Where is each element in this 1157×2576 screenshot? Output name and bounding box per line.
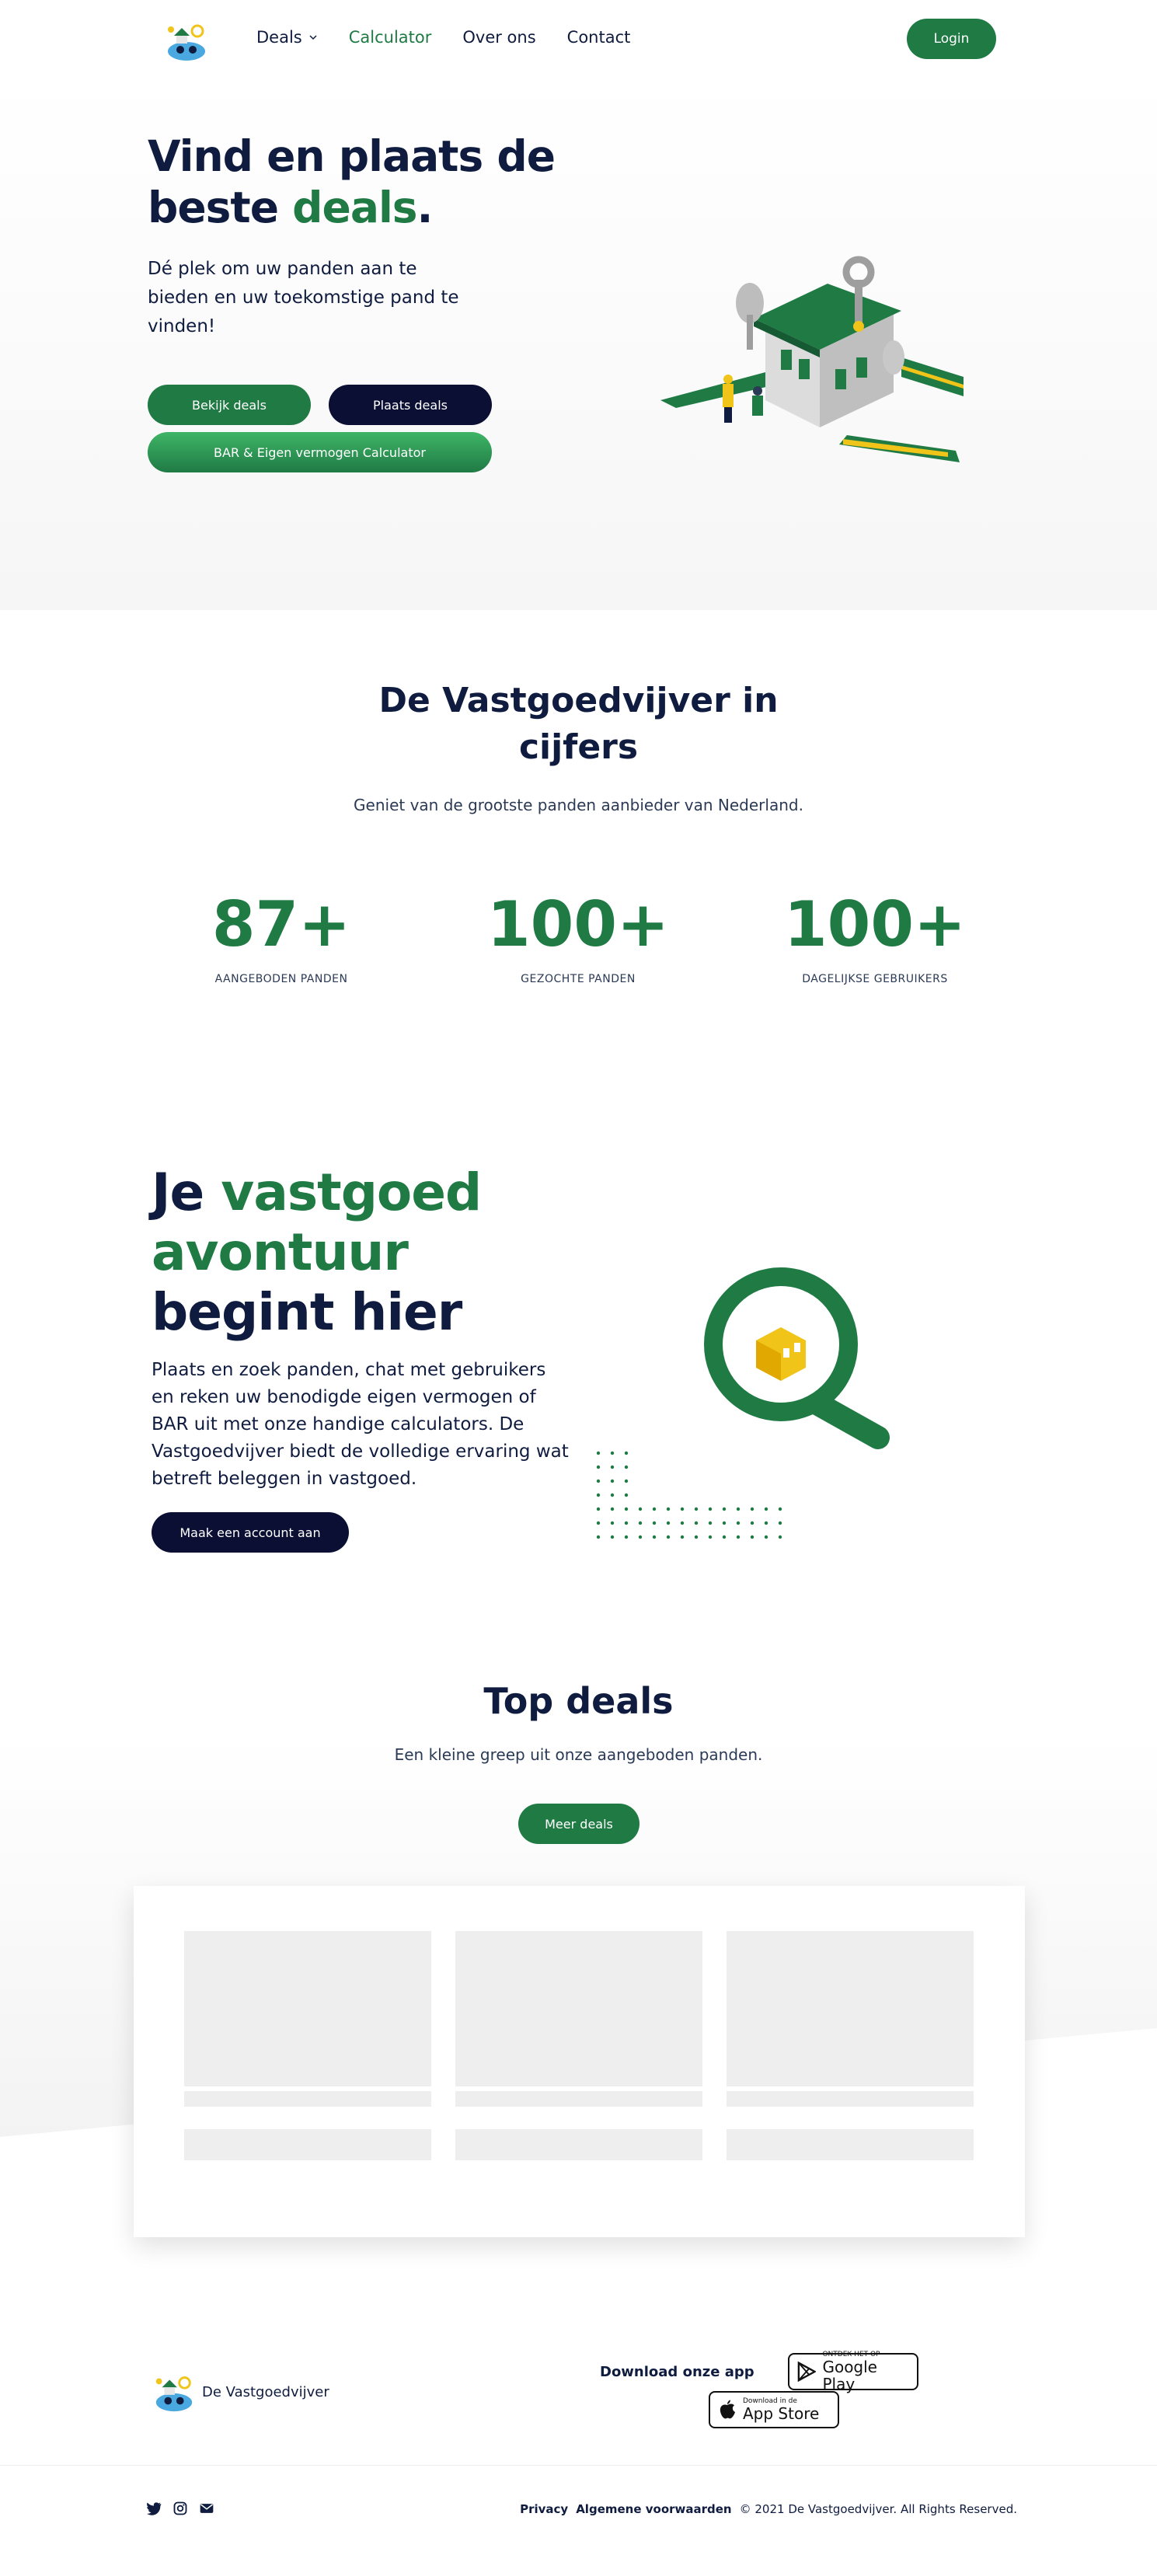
deal-info-placeholder bbox=[727, 2129, 974, 2160]
app-store-button[interactable]: Download in de App Store bbox=[709, 2391, 839, 2428]
nav-over-ons[interactable]: Over ons bbox=[462, 28, 535, 47]
stat-daily-users-value: 100+ bbox=[783, 888, 967, 960]
deal-title-placeholder bbox=[727, 2091, 974, 2107]
nav-deals-label: Deals bbox=[256, 28, 302, 47]
adventure-title-b: begint hier bbox=[152, 1282, 462, 1342]
post-deals-button[interactable]: Plaats deals bbox=[329, 385, 492, 425]
deal-title-placeholder bbox=[455, 2091, 702, 2107]
deal-image-placeholder[interactable] bbox=[455, 1931, 702, 2086]
hero-title-line2-b: . bbox=[416, 183, 434, 232]
stat-searched-value: 100+ bbox=[486, 888, 670, 960]
hero-title-accent: deals bbox=[292, 183, 417, 232]
instagram-icon[interactable] bbox=[173, 2501, 188, 2516]
app-store-text: Download in de App Store bbox=[743, 2397, 819, 2422]
adventure-title-a: Je bbox=[152, 1163, 221, 1222]
chevron-down-icon bbox=[309, 35, 317, 40]
twitter-icon[interactable] bbox=[146, 2501, 162, 2516]
stat-offered-value: 87+ bbox=[211, 888, 351, 960]
site-header: Deals Calculator Over ons Contact Login bbox=[0, 0, 1157, 78]
nav-calculator-label: Calculator bbox=[348, 28, 432, 47]
google-play-button[interactable]: ONTDEK HET OP Google Play bbox=[788, 2351, 918, 2393]
stat-searched: 100+ GEZOCHTE PANDEN bbox=[438, 886, 718, 985]
deals-card bbox=[134, 1886, 1025, 2237]
apple-icon bbox=[720, 2400, 735, 2419]
nav-deals[interactable]: Deals bbox=[256, 28, 318, 47]
deal-title-placeholder bbox=[184, 2091, 431, 2107]
more-deals-button[interactable]: Meer deals bbox=[518, 1804, 639, 1844]
footer-logo[interactable] bbox=[152, 2370, 197, 2414]
email-icon[interactable] bbox=[199, 2501, 214, 2516]
stat-daily-users-label: DAGELIJKSE GEBRUIKERS bbox=[802, 973, 948, 985]
deal-image-placeholder[interactable] bbox=[727, 1931, 974, 2086]
download-app-label: Download onze app bbox=[600, 2364, 754, 2380]
deal-info-placeholder bbox=[455, 2129, 702, 2160]
legal-links: Privacy Algemene voorwaarden © 2021 De V… bbox=[520, 2502, 1017, 2516]
nav-over-ons-label: Over ons bbox=[462, 28, 536, 47]
nav-calculator[interactable]: Calculator bbox=[349, 28, 432, 47]
hero-subtitle: Dé plek om uw panden aan te bieden en uw… bbox=[148, 259, 459, 336]
view-deals-button[interactable]: Bekijk deals bbox=[148, 385, 311, 425]
deals-subtitle: Een kleine greep uit onze aangeboden pan… bbox=[394, 1745, 763, 1764]
hero-title-line2-a: beste bbox=[148, 183, 293, 232]
google-play-icon bbox=[797, 2361, 817, 2383]
hero-title-line1: Vind en plaats de bbox=[148, 131, 556, 181]
app-store-big: App Store bbox=[743, 2404, 820, 2423]
stats-title: De Vastgoedvijver in cijfers bbox=[0, 678, 1157, 771]
page: Deals Calculator Over ons Contact Login … bbox=[0, 0, 1157, 2576]
footer-brand: De Vastgoedvijver bbox=[202, 2384, 329, 2400]
hero-title: Vind en plaats de beste deals. bbox=[148, 131, 583, 233]
footer-divider bbox=[0, 2465, 1157, 2466]
adventure-title: Je vastgoed avontuur begint hier bbox=[152, 1163, 587, 1342]
login-button[interactable]: Login bbox=[907, 19, 996, 59]
stats-subtitle: Geniet van de grootste panden aanbieder … bbox=[354, 796, 803, 814]
google-play-text: ONTDEK HET OP Google Play bbox=[822, 2351, 909, 2393]
site-logo[interactable] bbox=[163, 19, 210, 62]
copyright-text: © 2021 De Vastgoedvijver. All Rights Res… bbox=[739, 2502, 1017, 2516]
nav-contact[interactable]: Contact bbox=[567, 28, 631, 47]
privacy-link[interactable]: Privacy bbox=[520, 2502, 568, 2516]
create-account-button[interactable]: Maak een account aan bbox=[152, 1512, 349, 1553]
main-nav: Deals Calculator Over ons Contact bbox=[256, 28, 630, 47]
magnifier-illustration bbox=[596, 1267, 890, 1539]
deal-image-placeholder[interactable] bbox=[184, 1931, 431, 2086]
house-illustration bbox=[660, 256, 964, 462]
stat-offered: 87+ AANGEBODEN PANDEN bbox=[141, 886, 421, 985]
dot-grid bbox=[596, 1451, 782, 1539]
stat-daily-users: 100+ DAGELIJKSE GEBRUIKERS bbox=[735, 886, 1015, 985]
stat-searched-label: GEZOCHTE PANDEN bbox=[521, 973, 636, 985]
deals-title: Top deals bbox=[483, 1680, 674, 1722]
adventure-text: Plaats en zoek panden, chat met gebruike… bbox=[152, 1360, 569, 1489]
terms-link[interactable]: Algemene voorwaarden bbox=[576, 2502, 731, 2516]
stat-offered-label: AANGEBODEN PANDEN bbox=[214, 973, 348, 985]
calculator-button[interactable]: BAR & Eigen vermogen Calculator bbox=[148, 432, 492, 472]
nav-contact-label: Contact bbox=[566, 28, 631, 47]
deal-info-placeholder bbox=[184, 2129, 431, 2160]
google-play-big: Google Play bbox=[822, 2358, 877, 2393]
stats-title-text: De Vastgoedvijver in cijfers bbox=[378, 681, 779, 767]
